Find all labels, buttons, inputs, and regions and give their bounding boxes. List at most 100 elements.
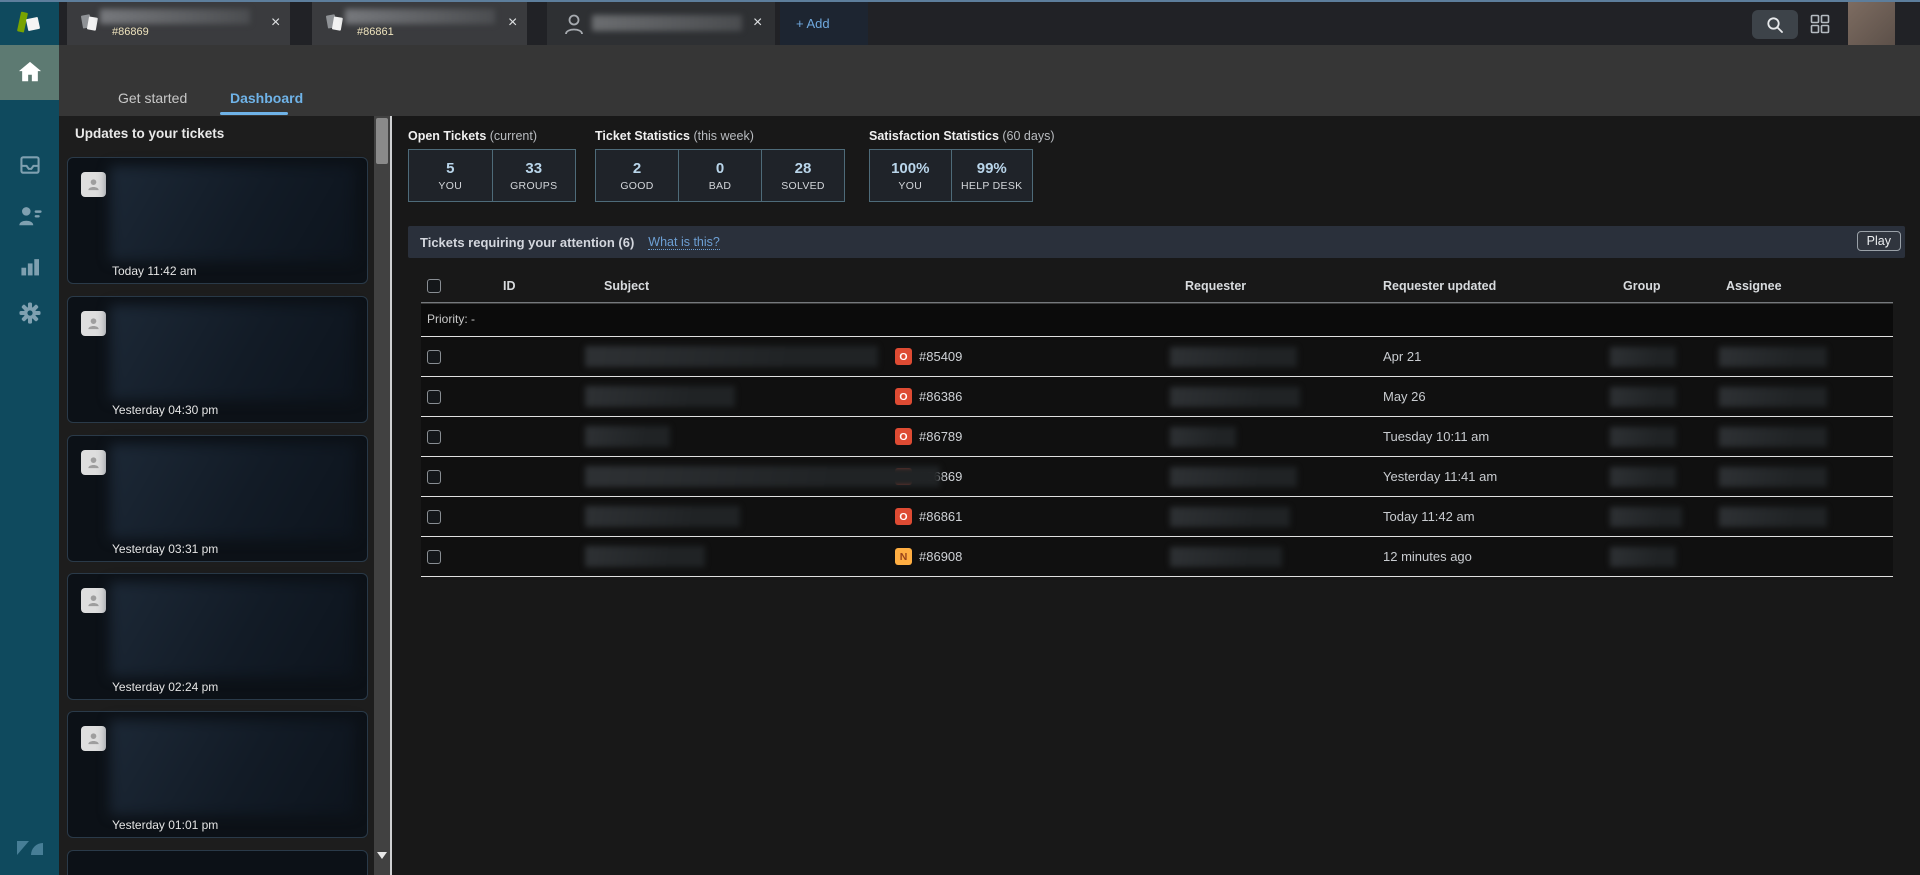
assignee-redacted: [1719, 347, 1827, 367]
sidebar-item-home[interactable]: [0, 47, 59, 97]
col-group[interactable]: Group: [1623, 279, 1661, 293]
apps-grid-icon[interactable]: [1810, 14, 1831, 35]
card-content-redacted: [110, 720, 355, 815]
col-requester-updated[interactable]: Requester updated: [1383, 279, 1496, 293]
table-row[interactable]: O #86789 Tuesday 10:11 am: [421, 417, 1893, 457]
col-requester[interactable]: Requester: [1185, 279, 1246, 293]
stat-label: GROUPS: [510, 179, 558, 192]
col-assignee[interactable]: Assignee: [1726, 279, 1782, 293]
sidebar-item-admin[interactable]: [0, 288, 59, 338]
attention-title: Tickets requiring your attention (6): [420, 234, 635, 250]
priority-group-label: Priority: -: [427, 312, 475, 326]
requester-updated: Apr 21: [1383, 349, 1422, 364]
stat-label: HELP DESK: [961, 179, 1023, 192]
tab-title-redacted: [345, 9, 495, 24]
tab-get-started[interactable]: Get started: [118, 90, 187, 106]
ticket-id[interactable]: #86908: [919, 549, 962, 564]
row-checkbox[interactable]: [427, 550, 441, 564]
row-checkbox[interactable]: [427, 390, 441, 404]
zendesk-logo-icon: [17, 841, 43, 855]
subject-redacted: [585, 546, 705, 567]
col-id[interactable]: ID: [503, 279, 516, 293]
ticket-id[interactable]: #86789: [919, 429, 962, 444]
stat-bad[interactable]: 0 BAD: [678, 150, 761, 201]
ticket-statistics-subtitle: (this week): [693, 129, 754, 143]
top-bar: #86869 × #86861 × × + Add: [0, 2, 1920, 45]
stat-satisfaction-helpdesk[interactable]: 99% HELP DESK: [950, 150, 1033, 201]
table-row[interactable]: N #86908 12 minutes ago: [421, 537, 1893, 577]
open-tickets-box: 5 YOU 33 GROUPS: [408, 149, 576, 202]
home-icon: [18, 61, 41, 82]
avatar-placeholder: [81, 450, 106, 475]
person-tab[interactable]: ×: [547, 2, 775, 45]
ticket-tab-86861[interactable]: #86861 ×: [312, 2, 527, 45]
person-icon: [88, 595, 99, 607]
open-tickets-subtitle: (current): [489, 129, 537, 143]
stat-open-you[interactable]: 5 YOU: [409, 150, 492, 201]
subject-redacted: [585, 386, 735, 407]
status-open-badge: O: [895, 508, 912, 525]
ticket-id[interactable]: #86861: [919, 509, 962, 524]
attention-bar: Tickets requiring your attention (6) Wha…: [408, 226, 1905, 258]
table-row[interactable]: O #85409 Apr 21: [421, 337, 1893, 377]
row-checkbox[interactable]: [427, 510, 441, 524]
table-row[interactable]: O #86869 Yesterday 11:41 am: [421, 457, 1893, 497]
add-tab-button[interactable]: + Add: [780, 2, 868, 45]
row-checkbox[interactable]: [427, 470, 441, 484]
ticket-update-card[interactable]: Yesterday 02:24 pm: [67, 573, 368, 700]
group-redacted: [1610, 507, 1682, 527]
ticket-update-card[interactable]: Yesterday 01:01 pm: [67, 711, 368, 838]
close-icon[interactable]: ×: [271, 15, 280, 31]
ticket-update-card[interactable]: Yesterday 04:30 pm: [67, 296, 368, 423]
product-logo[interactable]: [0, 2, 59, 45]
views-icon: [19, 156, 40, 174]
ticket-update-card-partial[interactable]: [67, 850, 368, 875]
requester-redacted: [1170, 347, 1297, 367]
row-checkbox[interactable]: [427, 430, 441, 444]
stat-label: GOOD: [620, 179, 654, 192]
group-redacted: [1610, 387, 1676, 407]
scrollbar-thumb[interactable]: [376, 118, 388, 164]
ticket-id[interactable]: #86386: [919, 389, 962, 404]
assignee-redacted: [1719, 387, 1827, 407]
person-icon: [565, 14, 583, 35]
requester-redacted: [1170, 547, 1282, 567]
table-row[interactable]: O #86861 Today 11:42 am: [421, 497, 1893, 537]
requester-redacted: [1170, 467, 1297, 487]
avatar-placeholder: [81, 588, 106, 613]
sidebar-item-customers[interactable]: [0, 191, 59, 241]
stat-open-groups[interactable]: 33 GROUPS: [491, 150, 576, 201]
subject-redacted: [585, 506, 740, 527]
ticket-update-card[interactable]: Today 11:42 am: [67, 157, 368, 284]
close-icon[interactable]: ×: [508, 15, 517, 31]
sidebar-item-reports[interactable]: [0, 241, 59, 291]
scroll-down-arrow-icon[interactable]: [377, 852, 387, 859]
page-tab-strip: [59, 45, 1920, 116]
stat-solved[interactable]: 28 SOLVED: [761, 150, 844, 201]
ticket-statistics-title: Ticket Statistics: [595, 129, 690, 143]
play-button[interactable]: Play: [1856, 231, 1901, 251]
subject-redacted: [585, 346, 878, 367]
ticket-update-card[interactable]: Yesterday 03:31 pm: [67, 435, 368, 562]
col-subject[interactable]: Subject: [604, 279, 649, 293]
close-icon[interactable]: ×: [753, 15, 762, 31]
ticket-id[interactable]: #85409: [919, 349, 962, 364]
row-checkbox[interactable]: [427, 350, 441, 364]
requester-redacted: [1170, 507, 1290, 527]
panel-scrollbar[interactable]: [374, 116, 390, 875]
priority-group-row: Priority: -: [421, 303, 1893, 337]
person-icon: [88, 733, 99, 745]
sidebar-item-views[interactable]: [0, 140, 59, 190]
status-open-badge: O: [895, 388, 912, 405]
stat-good[interactable]: 2 GOOD: [596, 150, 678, 201]
ticket-statistics-box: 2 GOOD 0 BAD 28 SOLVED: [595, 149, 845, 202]
stat-satisfaction-you[interactable]: 100% YOU: [870, 150, 951, 201]
user-avatar[interactable]: [1848, 2, 1895, 45]
ticket-tab-86869[interactable]: #86869 ×: [67, 2, 290, 45]
table-row[interactable]: O #86386 May 26: [421, 377, 1893, 417]
what-is-this-link[interactable]: What is this?: [648, 235, 720, 250]
search-button[interactable]: [1752, 10, 1798, 39]
stat-value: 33: [525, 159, 543, 177]
tab-dashboard[interactable]: Dashboard: [230, 90, 303, 106]
select-all-checkbox[interactable]: [427, 279, 441, 293]
